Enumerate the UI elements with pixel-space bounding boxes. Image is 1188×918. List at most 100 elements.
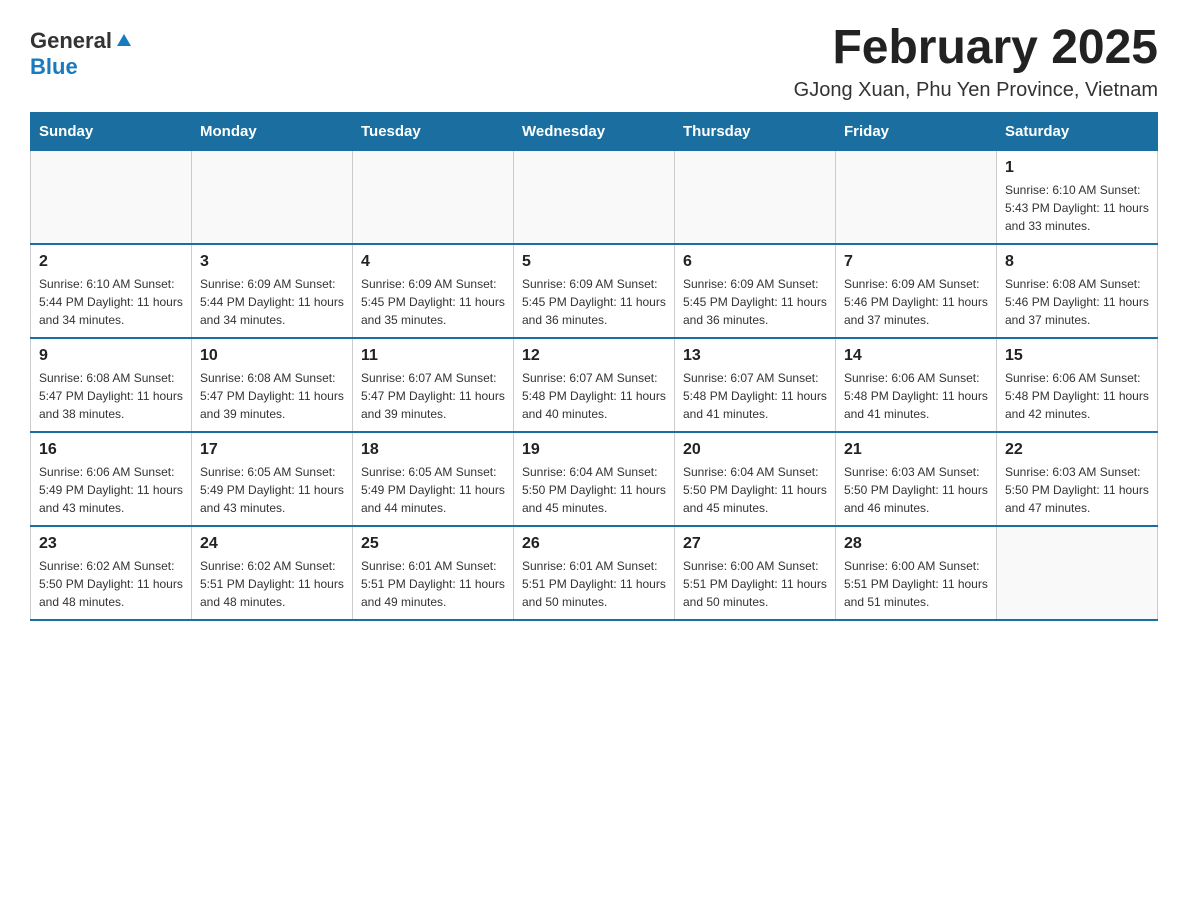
day-number: 5: [522, 253, 666, 271]
calendar-week-3: 9 Sunrise: 6:08 AM Sunset: 5:47 PM Daylig…: [31, 338, 1158, 432]
calendar-cell: 4 Sunrise: 6:09 AM Sunset: 5:45 PM Daylig…: [353, 244, 514, 338]
calendar-cell: 23 Sunrise: 6:02 AM Sunset: 5:50 PM Dayli…: [31, 526, 192, 620]
day-number: 11: [361, 347, 505, 365]
day-number: 15: [1005, 347, 1149, 365]
day-info: Sunrise: 6:05 AM Sunset: 5:49 PM Dayligh…: [361, 463, 505, 517]
calendar-cell: [514, 151, 675, 245]
day-number: 24: [200, 535, 344, 553]
day-info: Sunrise: 6:08 AM Sunset: 5:47 PM Dayligh…: [39, 369, 183, 423]
calendar-cell: 18 Sunrise: 6:05 AM Sunset: 5:49 PM Dayli…: [353, 432, 514, 526]
day-number: 20: [683, 441, 827, 459]
day-number: 3: [200, 253, 344, 271]
calendar-cell: 1 Sunrise: 6:10 AM Sunset: 5:43 PM Daylig…: [997, 151, 1158, 245]
day-number: 25: [361, 535, 505, 553]
day-info: Sunrise: 6:02 AM Sunset: 5:51 PM Dayligh…: [200, 557, 344, 611]
calendar-cell: 26Sunrise: 6:01 AM Sunset: 5:51 PM Dayli…: [514, 526, 675, 620]
day-info: Sunrise: 6:01 AM Sunset: 5:51 PM Dayligh…: [361, 557, 505, 611]
day-number: 17: [200, 441, 344, 459]
day-number: 10: [200, 347, 344, 365]
day-info: Sunrise: 6:09 AM Sunset: 5:45 PM Dayligh…: [683, 275, 827, 329]
calendar-header-sunday: Sunday: [31, 113, 192, 151]
day-info: Sunrise: 6:04 AM Sunset: 5:50 PM Dayligh…: [683, 463, 827, 517]
day-info: Sunrise: 6:07 AM Sunset: 5:47 PM Dayligh…: [361, 369, 505, 423]
calendar-cell: 3 Sunrise: 6:09 AM Sunset: 5:44 PM Daylig…: [192, 244, 353, 338]
calendar-cell: [353, 151, 514, 245]
day-info: Sunrise: 6:00 AM Sunset: 5:51 PM Dayligh…: [683, 557, 827, 611]
day-info: Sunrise: 6:03 AM Sunset: 5:50 PM Dayligh…: [844, 463, 988, 517]
calendar-cell: 2 Sunrise: 6:10 AM Sunset: 5:44 PM Daylig…: [31, 244, 192, 338]
day-info: Sunrise: 6:02 AM Sunset: 5:50 PM Dayligh…: [39, 557, 183, 611]
day-info: Sunrise: 6:03 AM Sunset: 5:50 PM Dayligh…: [1005, 463, 1149, 517]
calendar-cell: 20 Sunrise: 6:04 AM Sunset: 5:50 PM Dayli…: [675, 432, 836, 526]
calendar-cell: 14Sunrise: 6:06 AM Sunset: 5:48 PM Dayli…: [836, 338, 997, 432]
day-number: 2: [39, 253, 183, 271]
day-info: Sunrise: 6:09 AM Sunset: 5:44 PM Dayligh…: [200, 275, 344, 329]
day-info: Sunrise: 6:06 AM Sunset: 5:48 PM Dayligh…: [1005, 369, 1149, 423]
calendar-cell: 27 Sunrise: 6:00 AM Sunset: 5:51 PM Dayli…: [675, 526, 836, 620]
month-title: February 2025: [794, 20, 1158, 75]
calendar-cell: 10 Sunrise: 6:08 AM Sunset: 5:47 PM Dayli…: [192, 338, 353, 432]
logo: General Blue: [30, 20, 133, 80]
calendar-cell: 25 Sunrise: 6:01 AM Sunset: 5:51 PM Dayli…: [353, 526, 514, 620]
title-section: February 2025 GJong Xuan, Phu Yen Provin…: [794, 20, 1158, 102]
day-info: Sunrise: 6:09 AM Sunset: 5:46 PM Dayligh…: [844, 275, 988, 329]
calendar-week-1: 1 Sunrise: 6:10 AM Sunset: 5:43 PM Daylig…: [31, 151, 1158, 245]
day-number: 27: [683, 535, 827, 553]
day-number: 4: [361, 253, 505, 271]
day-number: 21: [844, 441, 988, 459]
day-info: Sunrise: 6:06 AM Sunset: 5:48 PM Dayligh…: [844, 369, 988, 423]
day-info: Sunrise: 6:07 AM Sunset: 5:48 PM Dayligh…: [683, 369, 827, 423]
calendar-header-row: SundayMondayTuesdayWednesdayThursdayFrid…: [31, 113, 1158, 151]
day-number: 23: [39, 535, 183, 553]
day-info: Sunrise: 6:08 AM Sunset: 5:46 PM Dayligh…: [1005, 275, 1149, 329]
calendar-header-monday: Monday: [192, 113, 353, 151]
calendar-cell: 6 Sunrise: 6:09 AM Sunset: 5:45 PM Daylig…: [675, 244, 836, 338]
day-info: Sunrise: 6:06 AM Sunset: 5:49 PM Dayligh…: [39, 463, 183, 517]
day-number: 18: [361, 441, 505, 459]
calendar-cell: [836, 151, 997, 245]
calendar-cell: 7Sunrise: 6:09 AM Sunset: 5:46 PM Daylig…: [836, 244, 997, 338]
calendar-cell: [31, 151, 192, 245]
day-info: Sunrise: 6:10 AM Sunset: 5:44 PM Dayligh…: [39, 275, 183, 329]
calendar-week-4: 16 Sunrise: 6:06 AM Sunset: 5:49 PM Dayli…: [31, 432, 1158, 526]
calendar-cell: 12 Sunrise: 6:07 AM Sunset: 5:48 PM Dayli…: [514, 338, 675, 432]
calendar-header-friday: Friday: [836, 113, 997, 151]
day-info: Sunrise: 6:09 AM Sunset: 5:45 PM Dayligh…: [361, 275, 505, 329]
logo-blue-text: Blue: [30, 54, 78, 79]
day-number: 9: [39, 347, 183, 365]
page-header: General Blue February 2025 GJong Xuan, P…: [30, 20, 1158, 102]
calendar-header-saturday: Saturday: [997, 113, 1158, 151]
calendar-cell: 8Sunrise: 6:08 AM Sunset: 5:46 PM Daylig…: [997, 244, 1158, 338]
day-info: Sunrise: 6:08 AM Sunset: 5:47 PM Dayligh…: [200, 369, 344, 423]
calendar-cell: [997, 526, 1158, 620]
calendar-week-5: 23 Sunrise: 6:02 AM Sunset: 5:50 PM Dayli…: [31, 526, 1158, 620]
calendar-cell: 11 Sunrise: 6:07 AM Sunset: 5:47 PM Dayli…: [353, 338, 514, 432]
calendar-week-2: 2 Sunrise: 6:10 AM Sunset: 5:44 PM Daylig…: [31, 244, 1158, 338]
day-number: 26: [522, 535, 666, 553]
logo-general-text: General: [30, 28, 112, 54]
day-number: 13: [683, 347, 827, 365]
calendar-cell: 15 Sunrise: 6:06 AM Sunset: 5:48 PM Dayli…: [997, 338, 1158, 432]
day-number: 12: [522, 347, 666, 365]
day-number: 16: [39, 441, 183, 459]
calendar-cell: 21 Sunrise: 6:03 AM Sunset: 5:50 PM Dayli…: [836, 432, 997, 526]
calendar-cell: 22 Sunrise: 6:03 AM Sunset: 5:50 PM Dayli…: [997, 432, 1158, 526]
day-number: 1: [1005, 159, 1149, 177]
calendar-cell: 9 Sunrise: 6:08 AM Sunset: 5:47 PM Daylig…: [31, 338, 192, 432]
calendar-header-tuesday: Tuesday: [353, 113, 514, 151]
calendar-cell: 13 Sunrise: 6:07 AM Sunset: 5:48 PM Dayli…: [675, 338, 836, 432]
day-number: 19: [522, 441, 666, 459]
calendar-cell: 17 Sunrise: 6:05 AM Sunset: 5:49 PM Dayli…: [192, 432, 353, 526]
day-number: 6: [683, 253, 827, 271]
day-info: Sunrise: 6:07 AM Sunset: 5:48 PM Dayligh…: [522, 369, 666, 423]
day-info: Sunrise: 6:09 AM Sunset: 5:45 PM Dayligh…: [522, 275, 666, 329]
calendar-header-thursday: Thursday: [675, 113, 836, 151]
calendar-header-wednesday: Wednesday: [514, 113, 675, 151]
day-number: 22: [1005, 441, 1149, 459]
calendar-cell: 19Sunrise: 6:04 AM Sunset: 5:50 PM Dayli…: [514, 432, 675, 526]
day-info: Sunrise: 6:10 AM Sunset: 5:43 PM Dayligh…: [1005, 181, 1149, 235]
calendar-cell: 28Sunrise: 6:00 AM Sunset: 5:51 PM Dayli…: [836, 526, 997, 620]
calendar-cell: 24 Sunrise: 6:02 AM Sunset: 5:51 PM Dayli…: [192, 526, 353, 620]
day-info: Sunrise: 6:05 AM Sunset: 5:49 PM Dayligh…: [200, 463, 344, 517]
calendar-cell: [675, 151, 836, 245]
